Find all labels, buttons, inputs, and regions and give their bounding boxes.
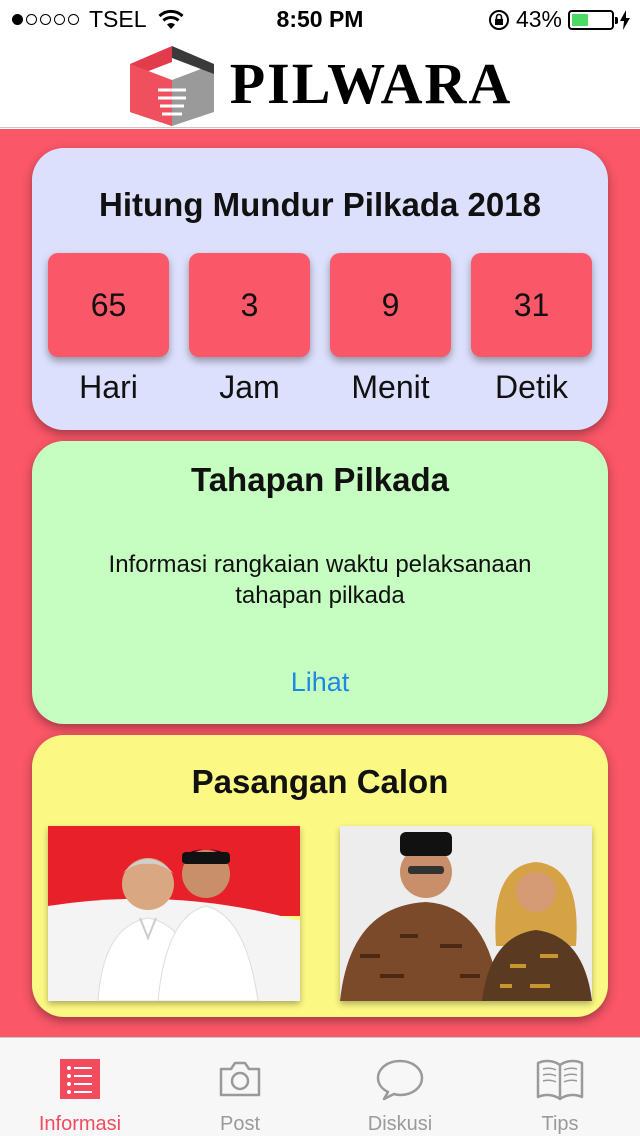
paslon-card: Pasangan Calon	[32, 735, 608, 1017]
countdown-minutes-label: Menit	[351, 369, 430, 405]
tab-bar: Informasi Post Diskusi Tips	[0, 1037, 640, 1136]
charging-bolt-icon	[620, 9, 630, 30]
battery-icon	[568, 9, 618, 30]
candidate-pair-photo-2[interactable]	[340, 826, 592, 1001]
tab-tips[interactable]: Tips	[480, 1038, 640, 1136]
orientation-lock-icon	[488, 9, 509, 30]
countdown-minutes-box: 9	[330, 253, 451, 357]
tab-post[interactable]: Post	[160, 1038, 320, 1136]
app-brand-title: PILWARA	[229, 51, 513, 116]
tab-informasi-label: Informasi	[38, 1113, 122, 1135]
tab-post-label: Post	[219, 1113, 261, 1135]
list-icon	[55, 1054, 105, 1103]
countdown-card: Hitung Mundur Pilkada 2018 65 3 9 31 Har…	[32, 148, 608, 430]
tahapan-card: Tahapan Pilkada Informasi rangkaian wakt…	[32, 441, 608, 724]
battery-level	[572, 13, 589, 26]
countdown-hours-box: 3	[189, 253, 310, 357]
paslon-title: Pasangan Calon	[191, 763, 449, 800]
battery-percent: 43%	[515, 6, 562, 32]
countdown-days-box: 65	[48, 253, 169, 357]
countdown-title: Hitung Mundur Pilkada 2018	[99, 186, 541, 223]
tab-diskusi[interactable]: Diskusi	[320, 1038, 480, 1136]
book-icon	[535, 1054, 585, 1103]
tahapan-description: Informasi rangkaian waktu pelaksanaan ta…	[108, 551, 532, 609]
tab-diskusi-label: Diskusi	[367, 1113, 433, 1135]
countdown-seconds-label: Detik	[495, 369, 568, 405]
tab-tips-label: Tips	[541, 1113, 579, 1135]
lihat-link[interactable]: Lihat	[32, 667, 608, 698]
status-right: 43%	[488, 6, 630, 33]
countdown-days-label: Hari	[79, 369, 138, 405]
camera-icon	[215, 1054, 265, 1103]
chat-bubble-icon	[375, 1054, 425, 1103]
tahapan-title: Tahapan Pilkada	[191, 461, 449, 498]
tab-informasi[interactable]: Informasi	[0, 1038, 160, 1136]
content-area: Hitung Mundur Pilkada 2018 65 3 9 31 Har…	[0, 129, 640, 1037]
countdown-hours-label: Jam	[219, 369, 280, 405]
countdown-seconds-box: 31	[471, 253, 592, 357]
status-bar: TSEL 8:50 PM 43%	[0, 0, 640, 40]
app-header: PILWARA	[0, 40, 640, 128]
candidate-pair-photo-1[interactable]	[48, 826, 300, 1001]
ballot-box-logo-icon	[129, 45, 214, 126]
